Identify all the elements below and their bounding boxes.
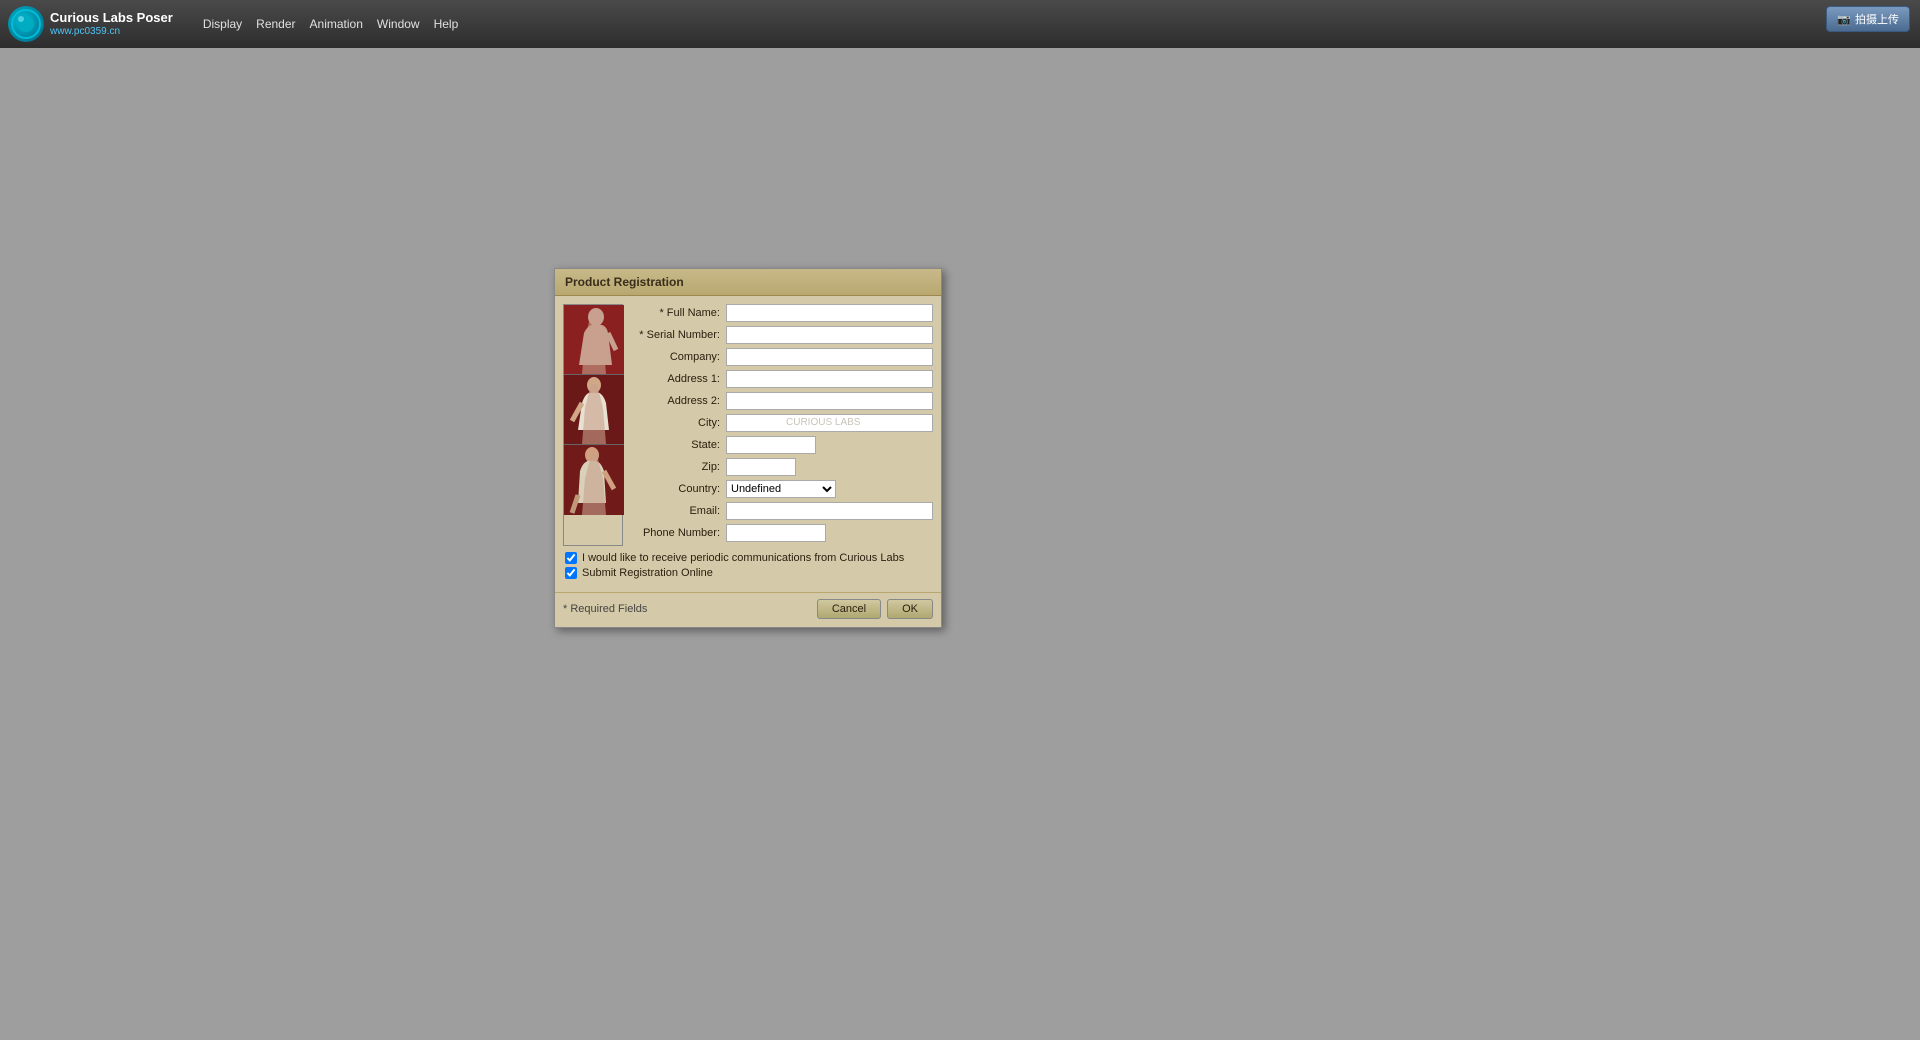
serial-number-input[interactable] [726, 326, 933, 344]
address2-input[interactable] [726, 392, 933, 410]
menu-item-display[interactable]: Display [197, 13, 248, 35]
footer-buttons: Cancel OK [817, 599, 933, 619]
country-label: Country: [631, 483, 726, 495]
figure-img-top [564, 305, 624, 374]
app-logo: Curious Labs Poser www.pc0359.cn [8, 6, 173, 42]
main-area: Product Registration [0, 48, 1920, 1040]
address2-row: Address 2: [631, 392, 933, 410]
zip-label: Zip: [631, 461, 726, 473]
company-input[interactable] [726, 348, 933, 366]
address2-label: Address 2: [631, 395, 726, 407]
figure-image-3 [564, 445, 624, 515]
communications-checkbox[interactable] [565, 552, 577, 564]
serial-number-label: * Serial Number: [631, 329, 726, 341]
phone-label: Phone Number: [631, 527, 726, 539]
form-area: * Full Name: * Serial Number: Company: A… [631, 304, 933, 546]
submit-online-checkbox[interactable] [565, 567, 577, 579]
menu-item-window[interactable]: Window [371, 13, 426, 35]
app-logo-icon [8, 6, 44, 42]
upload-icon: 📷 [1837, 13, 1851, 26]
city-label: City: [631, 417, 726, 429]
zip-row: Zip: [631, 458, 933, 476]
figure-img-bot [564, 445, 624, 515]
country-row: Country: Undefined [631, 480, 933, 498]
submit-online-checkbox-row: Submit Registration Online [565, 567, 931, 579]
upload-label: 拍摄上传 [1855, 11, 1899, 27]
product-registration-dialog: Product Registration [554, 268, 942, 628]
menu-bar: Curious Labs Poser www.pc0359.cn Display… [0, 0, 1920, 48]
email-row: Email: [631, 502, 933, 520]
figure-img-mid [564, 375, 624, 444]
state-label: State: [631, 439, 726, 451]
state-input[interactable] [726, 436, 816, 454]
state-row: State: [631, 436, 933, 454]
city-wrap: CURIOUS LABS [726, 414, 933, 432]
ok-button[interactable]: OK [887, 599, 933, 619]
menu-item-animation[interactable]: Animation [304, 13, 369, 35]
phone-row: Phone Number: [631, 524, 933, 542]
communications-checkbox-row: I would like to receive periodic communi… [565, 552, 931, 564]
menu-item-help[interactable]: Help [428, 13, 465, 35]
full-name-row: * Full Name: [631, 304, 933, 322]
dialog-content-row: * Full Name: * Serial Number: Company: A… [563, 304, 933, 546]
company-label: Company: [631, 351, 726, 363]
app-title: Curious Labs Poser [50, 11, 173, 25]
website-url: www.pc0359.cn [50, 26, 173, 37]
dialog-body: * Full Name: * Serial Number: Company: A… [555, 296, 941, 590]
communications-label: I would like to receive periodic communi… [582, 552, 904, 564]
side-images [563, 304, 623, 546]
full-name-label: * Full Name: [631, 307, 726, 319]
upload-button[interactable]: 📷 拍摄上传 [1826, 6, 1910, 32]
city-row: City: CURIOUS LABS [631, 414, 933, 432]
required-fields-note: * Required Fields [563, 603, 647, 615]
address1-row: Address 1: [631, 370, 933, 388]
serial-number-row: * Serial Number: [631, 326, 933, 344]
logo-text-wrap: Curious Labs Poser www.pc0359.cn [50, 11, 173, 36]
upload-button-wrap: 📷 拍摄上传 [1826, 6, 1910, 32]
dialog-footer: * Required Fields Cancel OK [555, 592, 941, 627]
menu-items: DisplayRenderAnimationWindowHelp [197, 13, 464, 35]
dialog-title: Product Registration [565, 275, 684, 289]
menu-item-render[interactable]: Render [250, 13, 301, 35]
checkboxes-area: I would like to receive periodic communi… [563, 552, 933, 582]
email-input[interactable] [726, 502, 933, 520]
address1-input[interactable] [726, 370, 933, 388]
email-label: Email: [631, 505, 726, 517]
company-row: Company: [631, 348, 933, 366]
phone-input[interactable] [726, 524, 826, 542]
figure-image-2 [564, 375, 624, 445]
full-name-input[interactable] [726, 304, 933, 322]
city-input[interactable] [726, 414, 933, 432]
country-select[interactable]: Undefined [726, 480, 836, 498]
cancel-button[interactable]: Cancel [817, 599, 881, 619]
submit-online-label: Submit Registration Online [582, 567, 713, 579]
figure-image-1 [564, 305, 624, 375]
zip-input[interactable] [726, 458, 796, 476]
dialog-titlebar: Product Registration [555, 269, 941, 296]
address1-label: Address 1: [631, 373, 726, 385]
